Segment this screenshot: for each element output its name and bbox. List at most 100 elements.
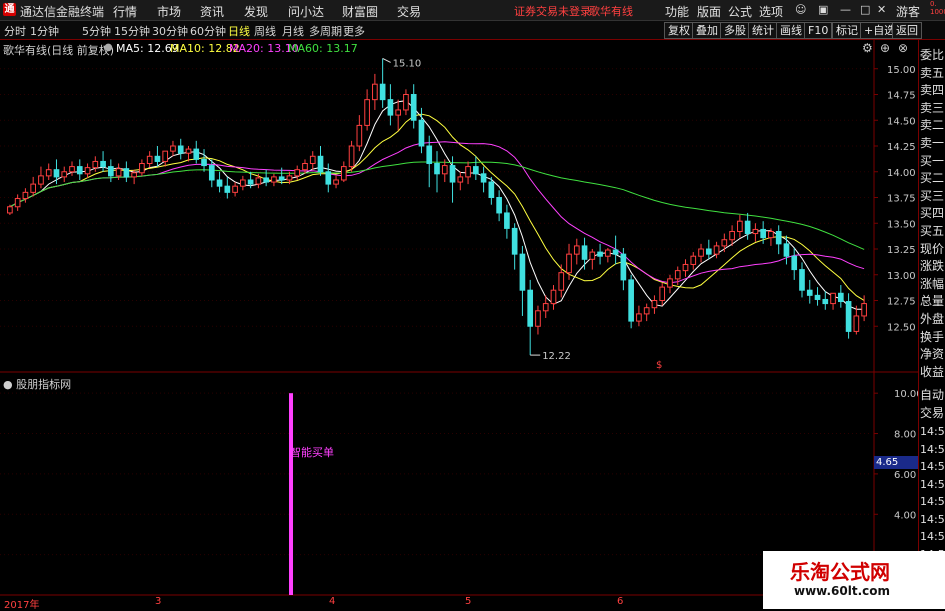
candle-body [558, 272, 565, 291]
candle-body [131, 172, 137, 178]
indicator-tick-label: 6.00 [894, 470, 916, 481]
adjust-button[interactable]: 复权 [664, 22, 694, 39]
candle-body [682, 263, 689, 272]
indicator-settings-icon[interactable]: ● [3, 378, 16, 391]
low-price-label: 12.22 [542, 351, 571, 362]
period-intraday[interactable]: 分时 [4, 23, 26, 39]
period-60min[interactable]: 60分钟 [190, 23, 226, 39]
menu-layout[interactable]: 版面 [697, 3, 721, 20]
candle-body [589, 251, 596, 260]
candle-body [845, 301, 852, 332]
multi-stock-button[interactable]: 多股 [720, 22, 750, 39]
menu-market[interactable]: 市场 [157, 3, 181, 20]
period-daily[interactable]: 日线 [228, 23, 250, 39]
candle-body [737, 220, 743, 232]
candle-body [185, 148, 192, 154]
candle-body [30, 183, 37, 193]
candle-body [690, 255, 697, 265]
candle-body [379, 83, 386, 101]
candle-body [643, 307, 650, 315]
candle-body [441, 165, 448, 175]
trade-time: 14:56 [920, 425, 945, 438]
candle-body [193, 148, 200, 160]
candle-body [139, 163, 145, 174]
candle-body [775, 230, 782, 245]
price-tick-label: 14.75 [887, 91, 916, 102]
quote-label: 外盘 [920, 312, 945, 326]
trade-time: 14:56 [920, 495, 945, 508]
candle-body [667, 278, 673, 288]
candle-body [372, 83, 378, 101]
minimize-icon[interactable]: — [840, 3, 851, 16]
skin-icon[interactable]: ☺ [795, 3, 806, 16]
quote-label: 卖二 [920, 118, 945, 133]
menu-assistant[interactable]: 问小达 [288, 3, 324, 20]
candle-body [247, 179, 254, 185]
watermark-url: www.60lt.com [794, 584, 891, 598]
quote-label: 卖一 [920, 136, 945, 150]
candle-body [457, 176, 464, 183]
corner-value: 0. [930, 0, 937, 8]
stats-button[interactable]: 统计 [748, 22, 778, 39]
period-monthly[interactable]: 月线 [282, 23, 304, 39]
candle-body [799, 269, 805, 291]
x-label-month-6: 6 [617, 596, 624, 607]
price-tick-label: 13.50 [887, 219, 916, 230]
close-icon[interactable]: ✕ [877, 3, 886, 16]
period-15min[interactable]: 15分钟 [114, 23, 150, 39]
candle-body [410, 94, 417, 121]
candle-body [286, 175, 293, 181]
kline-chart[interactable]: 15.00 14.75 14.50 14.25 14.00 13.75 13.50 13.25… [0, 40, 918, 609]
period-1min[interactable]: 1分钟 [30, 23, 59, 39]
candle-body [550, 289, 557, 305]
period-weekly[interactable]: 周线 [254, 23, 276, 39]
candle-body [488, 181, 495, 199]
menu-functions[interactable]: 功能 [665, 3, 689, 20]
candle-body [325, 171, 332, 185]
candle-body [705, 248, 712, 255]
candle-body [434, 163, 440, 175]
candle-body [418, 119, 425, 147]
maximize-icon[interactable]: □ [860, 3, 870, 16]
period-5min[interactable]: 5分钟 [82, 23, 111, 39]
candle-body [271, 176, 277, 183]
candle-body [760, 228, 766, 239]
quote-label: 买四 [920, 206, 945, 221]
candle-body [255, 177, 262, 185]
period-multi[interactable]: 多周期 [309, 23, 342, 39]
panel-corner: 0.1000 [930, 0, 945, 16]
buy-signal-bar [289, 393, 293, 595]
guest-label[interactable]: 游客 [896, 3, 920, 20]
overlay-button[interactable]: 叠加 [692, 22, 722, 39]
menu-wealth-circle[interactable]: 财富圈 [342, 3, 378, 20]
candle-body [340, 166, 347, 181]
price-tick-label: 13.00 [887, 271, 916, 282]
period-more[interactable]: 更多 [343, 23, 365, 39]
menu-discover[interactable]: 发现 [244, 3, 268, 20]
menu-trade[interactable]: 交易 [397, 3, 421, 20]
price-tick-label: 14.50 [887, 116, 916, 127]
f10-button[interactable]: F10 [804, 22, 833, 39]
menu-formula[interactable]: 公式 [728, 3, 752, 20]
trade-login-status[interactable]: 证券交易未登录 [514, 3, 591, 19]
restore-icon[interactable]: ▣ [818, 3, 828, 16]
price-tick-label: 13.25 [887, 245, 916, 256]
back-button[interactable]: 返回 [892, 22, 922, 39]
price-axis: 15.00 14.75 14.50 14.25 14.00 13.75 13.50 13.25… [874, 65, 916, 333]
mark-button[interactable]: 标记 [832, 22, 862, 39]
menu-options[interactable]: 选项 [759, 3, 783, 20]
candle-body [216, 179, 223, 187]
quote-label[interactable]: 自动 [920, 386, 944, 403]
price-tick-label: 13.75 [887, 194, 916, 205]
candle-body [853, 315, 860, 332]
candle-body [573, 245, 580, 255]
quote-label[interactable]: 交易 [920, 404, 944, 421]
period-30min[interactable]: 30分钟 [152, 23, 188, 39]
menu-quotes[interactable]: 行情 [113, 3, 137, 20]
candle-body [162, 150, 169, 162]
quote-label: 委比 [920, 48, 945, 62]
menu-news[interactable]: 资讯 [200, 3, 224, 20]
draw-line-button[interactable]: 画线 [776, 22, 806, 39]
quote-label: 卖四 [920, 83, 945, 98]
candlesticks [7, 58, 867, 356]
